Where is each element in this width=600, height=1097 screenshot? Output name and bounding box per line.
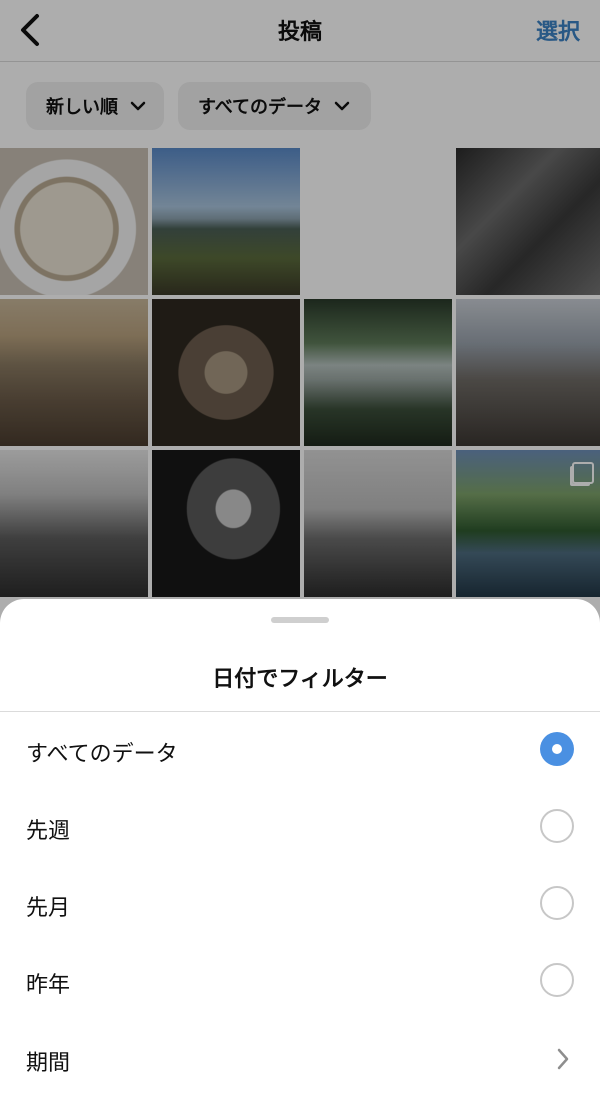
sheet-title: 日付でフィルター (212, 667, 388, 692)
radio-unselected-icon[interactable] (540, 809, 574, 843)
filter-option-last-year[interactable]: 昨年 (0, 947, 600, 1017)
radio-unselected-icon[interactable] (540, 886, 574, 920)
option-label: 昨年 (26, 973, 71, 998)
divider (0, 711, 600, 712)
radio-unselected-icon[interactable] (540, 963, 574, 997)
filter-option-last-week[interactable]: 先週 (0, 793, 600, 863)
filter-option-last-month[interactable]: 先月 (0, 870, 600, 940)
radio-selected-icon[interactable] (540, 732, 574, 766)
option-label: 先月 (26, 896, 71, 921)
date-filter-sheet: 日付でフィルター すべてのデータ 先週 先月 昨年 期間 (0, 599, 600, 1097)
option-label: すべてのデータ (26, 742, 178, 767)
option-label: 先週 (26, 819, 71, 844)
filter-option-all[interactable]: すべてのデータ (0, 716, 600, 786)
chevron-right-icon (556, 1047, 570, 1075)
option-label: 期間 (26, 1051, 71, 1076)
sheet-grabber[interactable] (271, 617, 329, 623)
filter-option-period[interactable]: 期間 (0, 1025, 600, 1095)
